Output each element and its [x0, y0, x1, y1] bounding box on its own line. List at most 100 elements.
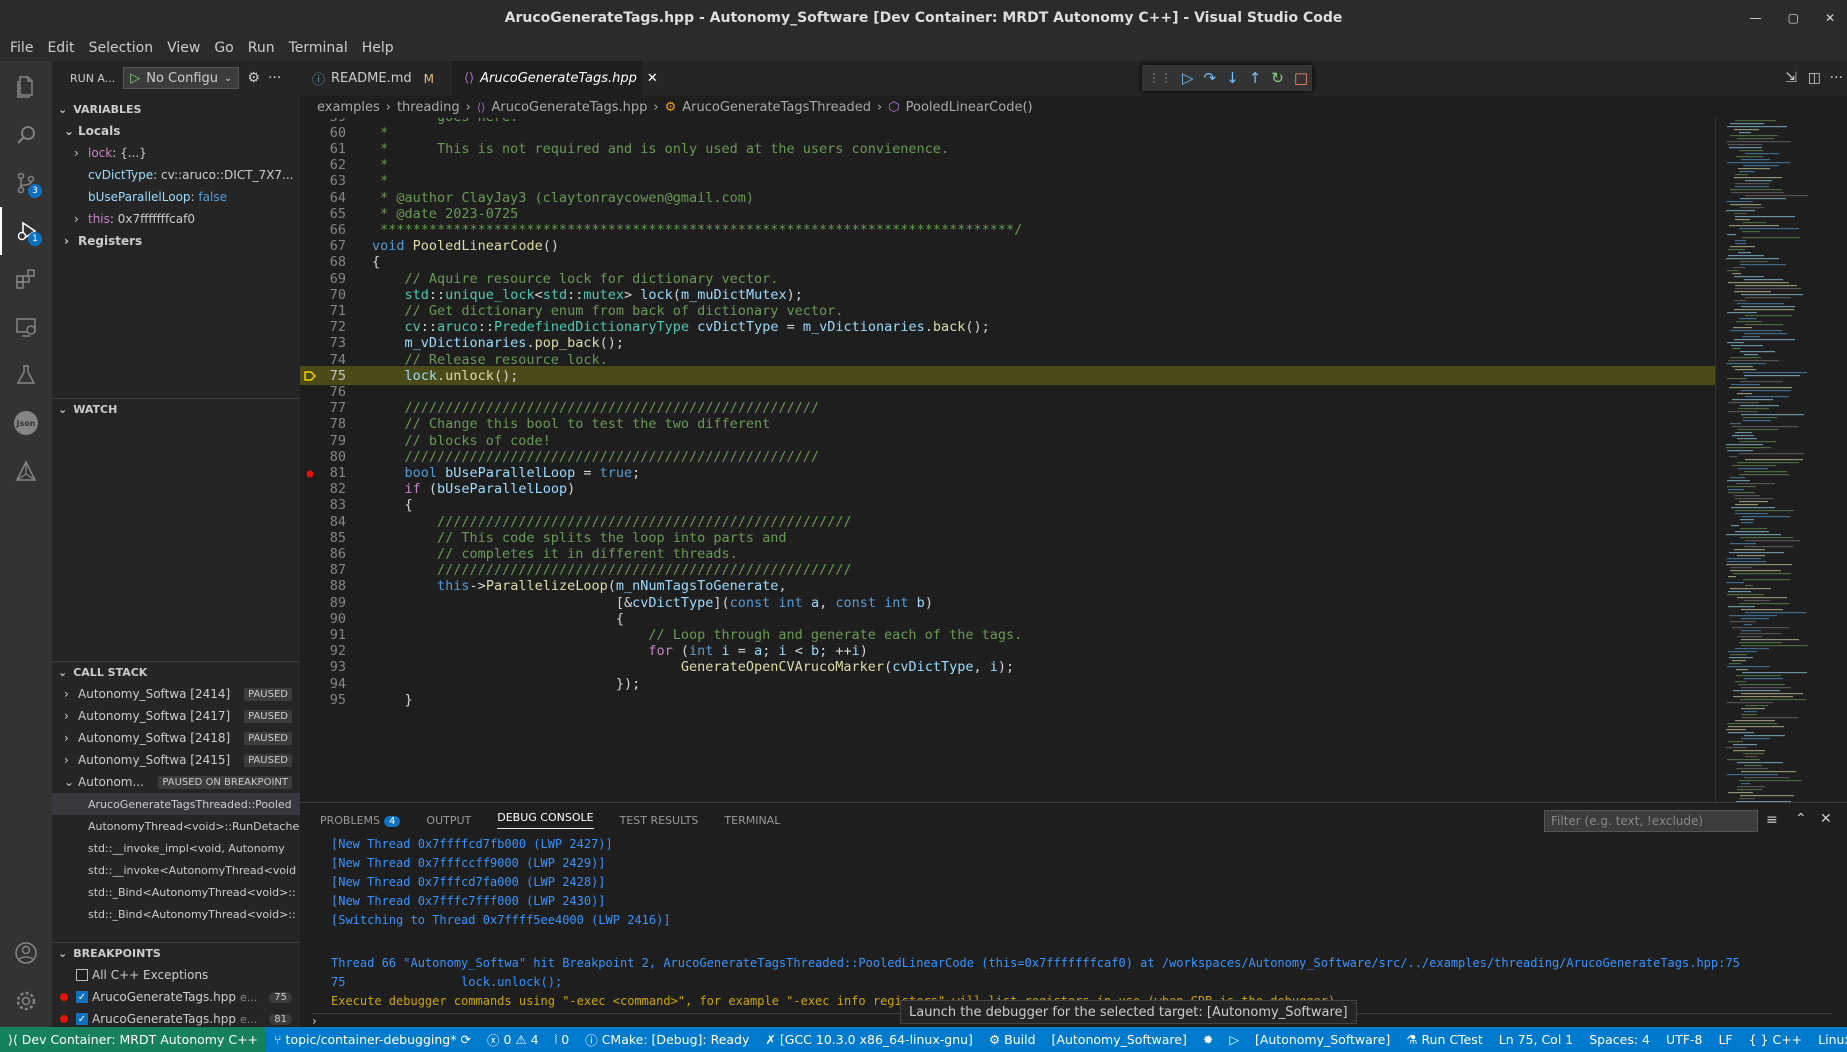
tab-problems[interactable]: PROBLEMS 4	[320, 814, 401, 827]
variable-row[interactable]: cvDictType: cv::aruco::DICT_7X7...	[52, 164, 300, 186]
breakpoint-row[interactable]: All C++ Exceptions	[52, 964, 300, 986]
more-actions-icon[interactable]: ···	[268, 70, 281, 86]
close-tab-icon[interactable]: ✕	[647, 71, 658, 86]
menu-go[interactable]: Go	[214, 40, 233, 56]
line-number[interactable]: 87	[300, 562, 346, 578]
thread-row[interactable]: › Autonomy_Softwa [2415] PAUSED	[52, 749, 300, 771]
line-number[interactable]: 65	[300, 206, 346, 222]
line-number[interactable]: 83	[300, 497, 346, 513]
line-number[interactable]: 91	[300, 627, 346, 643]
menu-terminal[interactable]: Terminal	[289, 40, 348, 56]
breakpoint-row[interactable]: ✓ ArucoGenerateTags.hpp e... 75	[52, 986, 300, 1008]
line-number[interactable]: 72	[300, 319, 346, 335]
close-window-button[interactable]: ✕	[1825, 11, 1835, 25]
tab-terminal[interactable]: TERMINAL	[724, 814, 780, 827]
stack-frame-row[interactable]: ArucoGenerateTagsThreaded::Pooled	[52, 793, 300, 815]
maximize-button[interactable]: ▢	[1788, 11, 1799, 25]
remote-indicator[interactable]: ⟩⟨ Dev Container: MRDT Autonomy C++	[0, 1027, 267, 1052]
minimap[interactable]	[1715, 118, 1847, 802]
variable-row[interactable]: bUseParallelLoop: false	[52, 186, 300, 208]
stack-frame-row[interactable]: std::__invoke_impl<void, Autonomy	[52, 837, 300, 859]
menu-edit[interactable]: Edit	[47, 40, 74, 56]
maximize-panel-icon[interactable]: ⌃	[1795, 811, 1807, 827]
branch-indicator[interactable]: ⑂ topic/container-debugging* ⟳	[266, 1032, 479, 1047]
play-icon[interactable]: ▷	[130, 71, 140, 86]
breadcrumb-item[interactable]: examples	[317, 100, 380, 115]
variable-row[interactable]: › this: 0x7fffffffcaf0	[52, 208, 300, 230]
close-panel-icon[interactable]: ✕	[1820, 811, 1832, 827]
minimize-button[interactable]: —	[1750, 11, 1762, 25]
cursor-position[interactable]: Ln 75, Col 1	[1491, 1032, 1582, 1047]
checkbox-checked[interactable]: ✓	[76, 1013, 88, 1025]
thread-row[interactable]: › Autonomy_Softwa [2414] PAUSED	[52, 683, 300, 705]
run-ctest-button[interactable]: ⚗ Run CTest	[1398, 1032, 1491, 1047]
clear-console-icon[interactable]: ≡	[1766, 812, 1778, 828]
filter-input[interactable]: Filter (e.g. text, !exclude)	[1544, 810, 1758, 832]
launch-config-dropdown[interactable]: ▷ No Configu ⌄	[123, 67, 240, 89]
stack-frame-row[interactable]: std::__invoke<AutonomyThread<void	[52, 859, 300, 881]
line-number[interactable]: 66	[300, 222, 346, 238]
menu-file[interactable]: File	[10, 40, 33, 56]
breakpoint-dot-icon[interactable]	[305, 467, 317, 479]
split-editor-icon[interactable]: ◫	[1808, 70, 1821, 86]
continue-icon[interactable]: ▷	[1182, 69, 1194, 87]
breakpoints-header[interactable]: ⌄ BREAKPOINTS	[52, 942, 300, 964]
step-over-icon[interactable]: ↷	[1204, 69, 1217, 87]
launch-target-button[interactable]: ▷	[1221, 1032, 1247, 1047]
kit-selector[interactable]: ✗ [GCC 10.3.0 x86_64-linux-gnu]	[757, 1032, 981, 1047]
line-number[interactable]: 85	[300, 530, 346, 546]
gear-icon[interactable]: ⚙	[247, 70, 260, 86]
step-out-icon[interactable]: ↑	[1249, 69, 1262, 87]
testing-icon[interactable]	[0, 351, 52, 399]
restart-icon[interactable]: ↻	[1271, 69, 1284, 87]
tab-readme[interactable]: ⓘ README.md M	[300, 61, 452, 96]
step-into-icon[interactable]: ↓	[1226, 69, 1239, 87]
line-number[interactable]: 64	[300, 190, 346, 206]
stack-frame-row[interactable]: AutonomyThread<void>::RunDetached	[52, 815, 300, 837]
indentation[interactable]: Spaces: 4	[1581, 1032, 1658, 1047]
code-line[interactable]: 95 }	[300, 690, 1715, 709]
line-number[interactable]: 86	[300, 546, 346, 562]
ports-indicator[interactable]: ⦚ 0	[547, 1032, 578, 1048]
tab-test-results[interactable]: TEST RESULTS	[620, 814, 699, 827]
tab-output[interactable]: OUTPUT	[426, 814, 471, 827]
account-icon[interactable]	[0, 929, 52, 977]
more-actions-icon[interactable]: ···	[1830, 70, 1843, 86]
code-editor[interactable]: 59 * goes here.60 *61 * This is not requ…	[300, 118, 1847, 802]
stack-frame-row[interactable]: std::_Bind<AutonomyThread<void>::	[52, 881, 300, 903]
line-number[interactable]: 94	[300, 676, 346, 692]
remote-explorer-icon[interactable]	[0, 303, 52, 351]
line-number[interactable]: 60	[300, 125, 346, 141]
breadcrumb-item[interactable]: threading	[397, 100, 460, 115]
line-number[interactable]: 76	[300, 384, 346, 400]
stack-frame-row[interactable]: std::_Bind<AutonomyThread<void>::	[52, 903, 300, 925]
run-debug-icon[interactable]: 1	[0, 207, 52, 255]
stop-icon[interactable]: □	[1294, 69, 1308, 87]
tab-arucogeneratetags[interactable]: ⟨⟩ ArucoGenerateTags.hpp ✕	[452, 61, 658, 96]
build-target-selector[interactable]: [Autonomy_Software]	[1044, 1032, 1195, 1047]
line-number[interactable]: 77	[300, 400, 346, 416]
checkbox-checked[interactable]: ✓	[76, 991, 88, 1003]
line-number[interactable]: 61	[300, 141, 346, 157]
menu-run[interactable]: Run	[248, 40, 275, 56]
line-number[interactable]: 80	[300, 449, 346, 465]
thread-row[interactable]: › Autonomy_Softwa [2418] PAUSED	[52, 727, 300, 749]
line-number[interactable]: 89	[300, 595, 346, 611]
open-changes-icon[interactable]: ⇲	[1785, 70, 1797, 86]
platform[interactable]: Linux	[1810, 1032, 1847, 1047]
cmake-status[interactable]: ⓘ CMake: [Debug]: Ready	[577, 1030, 757, 1049]
breadcrumb-item[interactable]: ArucoGenerateTags.hpp	[491, 100, 647, 115]
thread-row[interactable]: › Autonomy_Softwa [2417] PAUSED	[52, 705, 300, 727]
language-mode[interactable]: { } C++	[1741, 1032, 1811, 1047]
locals-scope[interactable]: ⌄ Locals	[52, 120, 300, 142]
sync-icon[interactable]: ⟳	[460, 1032, 470, 1047]
cmake-icon[interactable]	[0, 447, 52, 495]
line-number[interactable]: 92	[300, 643, 346, 659]
call-stack-header[interactable]: ⌄ CALL STACK	[52, 661, 300, 683]
line-number[interactable]: 74	[300, 352, 346, 368]
menu-view[interactable]: View	[167, 40, 200, 56]
drag-handle-icon[interactable]: ⋮⋮	[1148, 71, 1172, 85]
menu-help[interactable]: Help	[362, 40, 394, 56]
line-number[interactable]: 73	[300, 335, 346, 351]
end-of-line[interactable]: LF	[1710, 1032, 1740, 1047]
